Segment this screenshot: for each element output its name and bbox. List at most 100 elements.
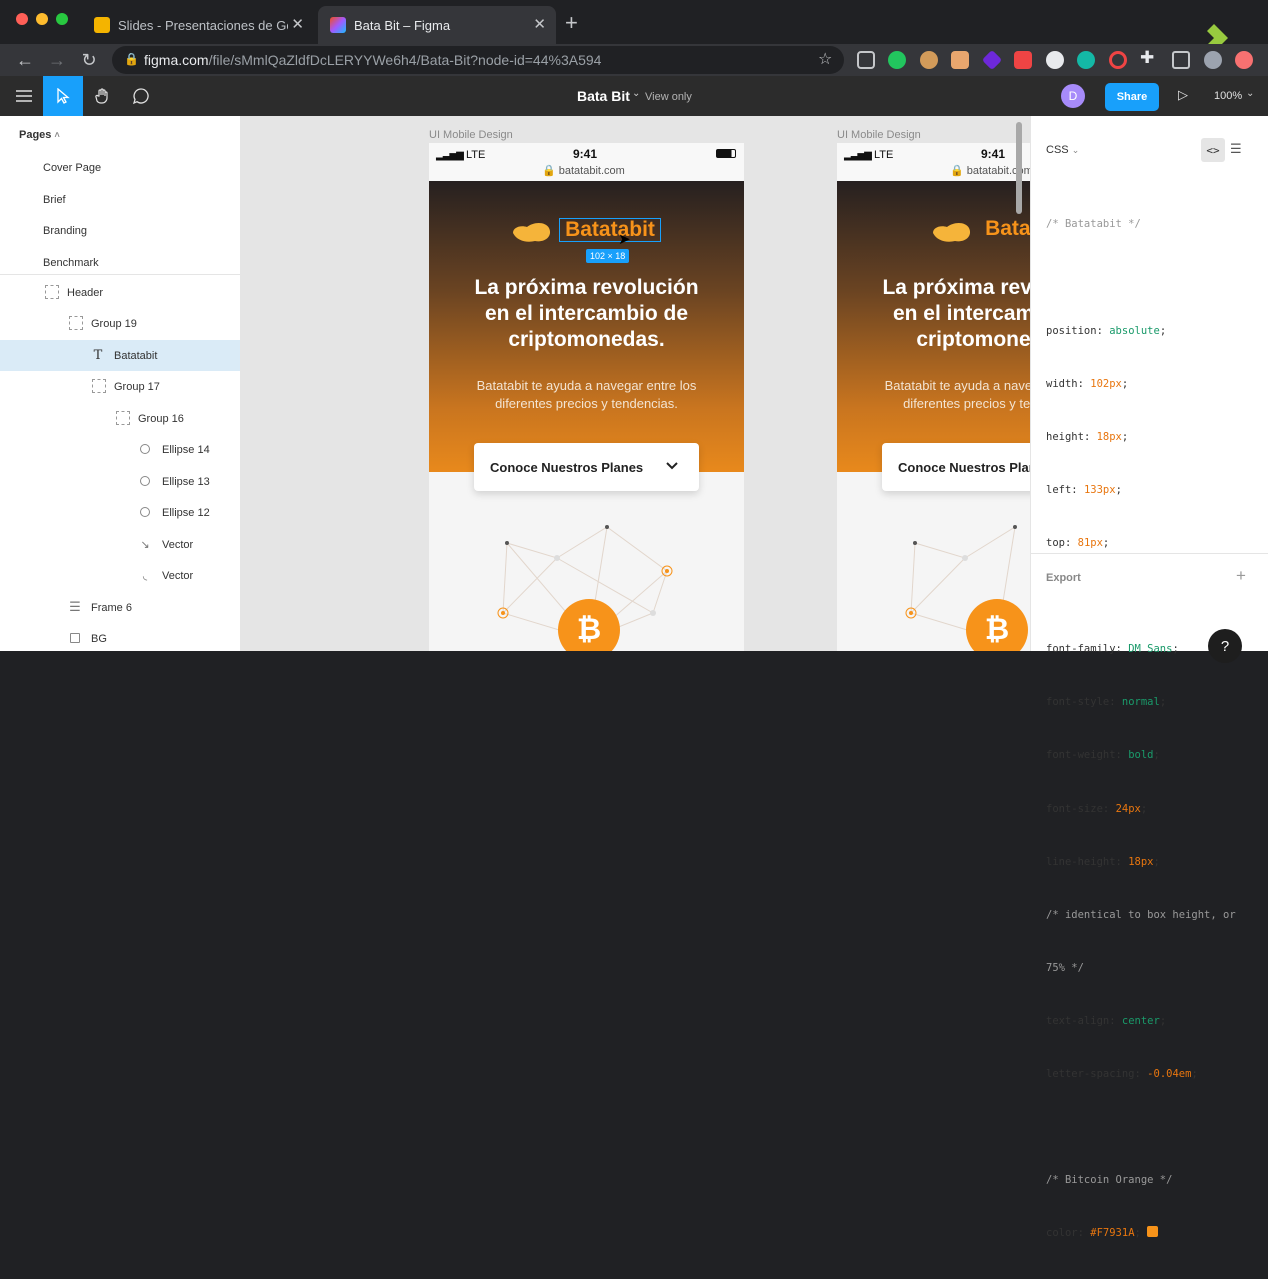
reload-icon[interactable]: ↻ — [77, 48, 101, 72]
code-language-select[interactable]: CSS ⌄ — [1046, 144, 1079, 156]
code-line: left: 133px; — [1046, 483, 1122, 496]
tab-slides[interactable]: Slides - Presentaciones de Go ✕ — [82, 6, 314, 44]
page-item[interactable]: Brief — [0, 184, 240, 215]
extensions-puzzle-icon[interactable]: ✚ — [1140, 48, 1154, 68]
main-menu-icon[interactable] — [4, 76, 44, 116]
headline-line: criptomonedas. — [916, 328, 1030, 351]
layer-row[interactable]: ☰ Frame 6 — [0, 592, 240, 623]
hero-subtext: Batatabit te ayuda a navegar entre los d… — [837, 377, 1030, 413]
layer-row[interactable]: BG — [0, 623, 240, 651]
new-tab-icon[interactable]: + — [565, 10, 578, 36]
extension-face-icon[interactable] — [951, 51, 969, 69]
logo-text[interactable]: Batatabit — [979, 218, 1030, 242]
extension-purple-icon[interactable] — [981, 49, 1003, 71]
canvas-scrollbar[interactable] — [1016, 122, 1022, 214]
extension-globe-icon[interactable] — [1046, 51, 1064, 69]
layer-label: Vector — [162, 569, 194, 582]
bookmark-star-icon[interactable]: ☆ — [818, 49, 832, 69]
logo-text-selected[interactable]: Batatabit — [559, 218, 661, 242]
code-comment: /* identical to box height, or — [1046, 908, 1236, 921]
page-label: Benchmark — [43, 256, 99, 269]
lock-icon: 🔒 — [542, 165, 556, 177]
mobile-frame[interactable]: ▂▃▅▆ LTE 9:41 🔒 batatabit.com Batatabit … — [837, 143, 1030, 651]
tab-figma[interactable]: Bata Bit – Figma ✕ — [318, 6, 556, 44]
profile-avatar-icon[interactable] — [1204, 51, 1222, 69]
layer-row[interactable]: Group 16 — [0, 403, 240, 434]
comment-tool-icon[interactable] — [121, 76, 161, 116]
extension-circle-icon[interactable] — [1109, 51, 1127, 69]
mobile-frame[interactable]: ▂▃▅▆ LTE 9:41 🔒 batatabit.com Batatabit … — [429, 143, 744, 651]
view-mode-label: View only — [645, 91, 692, 103]
layer-row-selected[interactable]: T Batatabit — [0, 340, 240, 371]
layer-row[interactable]: Header — [0, 277, 240, 308]
frame-icon: ☰ — [69, 599, 81, 614]
hero-headline: La próxima revolución en el intercambio … — [429, 275, 744, 353]
file-menu-chevron-icon[interactable]: ⌄ — [632, 88, 640, 99]
subtext-line: Batatabit te ayuda a navegar entre los — [884, 378, 1030, 393]
page-item[interactable]: Branding — [0, 215, 240, 246]
color-swatch[interactable] — [1147, 1226, 1159, 1238]
page-label: Cover Page — [43, 161, 102, 174]
maximize-window-button[interactable] — [56, 13, 68, 25]
file-name[interactable]: Bata Bit — [577, 88, 630, 104]
batatabit-logo-icon — [933, 223, 971, 242]
present-play-icon[interactable]: ▷ — [1178, 87, 1188, 103]
move-tool-icon[interactable] — [43, 76, 83, 116]
extension-red-icon[interactable] — [1014, 51, 1032, 69]
group-icon — [69, 316, 83, 330]
layer-row[interactable]: ↘ Vector — [0, 529, 240, 560]
extension-plus-icon[interactable] — [1235, 51, 1253, 69]
list-view-icon[interactable]: ☰ — [1230, 141, 1242, 157]
hand-tool-icon[interactable] — [83, 76, 123, 116]
cast-icon[interactable] — [1172, 51, 1190, 69]
code-line: top: 81px; — [1046, 537, 1110, 550]
extension-green-icon[interactable] — [888, 51, 906, 69]
code-comment: /* Batatabit */ — [1046, 218, 1141, 231]
code-view-icon[interactable]: <> — [1201, 138, 1225, 162]
forward-arrow-icon[interactable]: → — [45, 48, 69, 72]
pages-chevron-icon: ˄ — [54, 130, 60, 140]
plans-button[interactable]: Conoce Nuestros Planes — [882, 443, 1030, 491]
carrier-label: LTE — [466, 149, 486, 161]
cookie-extension-icon[interactable] — [920, 51, 938, 69]
layer-row[interactable]: Ellipse 14 — [0, 434, 240, 465]
share-button[interactable]: Share — [1105, 83, 1159, 111]
minimize-window-button[interactable] — [36, 13, 48, 25]
layer-row[interactable]: Ellipse 13 — [0, 466, 240, 497]
layer-row[interactable]: Ellipse 12 — [0, 497, 240, 528]
layer-row[interactable]: ◟ Vector — [0, 560, 240, 591]
pocket-icon[interactable] — [857, 51, 875, 69]
close-window-button[interactable] — [16, 13, 28, 25]
extension-m-icon[interactable] — [1077, 51, 1095, 69]
pages-header[interactable]: Pages ˄ — [19, 129, 60, 141]
design-canvas[interactable]: UI Mobile Design ▂▃▅▆ LTE 9:41 🔒 batatab… — [241, 116, 1030, 651]
export-label: Export — [1046, 572, 1081, 584]
vector-icon: ◟ — [142, 569, 148, 582]
browser-address-bar: ← → ↻ 🔒 figma.com/file/sMmlQaZldfDcLERYY… — [0, 44, 1268, 76]
page-item[interactable]: Cover Page — [0, 152, 240, 183]
user-avatar[interactable]: D — [1061, 84, 1085, 108]
page-label: Branding — [43, 224, 88, 237]
zoom-chevron-icon[interactable]: ⌄ — [1246, 88, 1254, 99]
frame-label[interactable]: UI Mobile Design — [429, 129, 513, 141]
signal-icon: ▂▃▅▆ — [436, 150, 464, 161]
pages-label: Pages — [19, 129, 52, 141]
plans-button[interactable]: Conoce Nuestros Planes — [474, 443, 699, 491]
url-input[interactable]: 🔒 figma.com/file/sMmlQaZldfDcLERYYWe6h4/… — [112, 46, 844, 74]
layer-row[interactable]: Group 19 — [0, 308, 240, 339]
close-tab-icon[interactable]: ✕ — [533, 15, 546, 33]
back-arrow-icon[interactable]: ← — [13, 48, 37, 72]
rectangle-icon — [70, 633, 80, 643]
status-bar: ▂▃▅▆ LTE 9:41 🔒 batatabit.com — [429, 143, 744, 181]
group-icon — [116, 411, 130, 425]
hero-subtext: Batatabit te ayuda a navegar entre los d… — [429, 377, 744, 413]
add-export-icon[interactable]: + — [1236, 566, 1246, 586]
headline-line: en el intercambio de — [892, 302, 1030, 325]
ellipse-icon — [140, 476, 150, 486]
zoom-level[interactable]: 100% — [1214, 90, 1242, 102]
close-tab-icon[interactable]: ✕ — [291, 15, 304, 33]
frame-label[interactable]: UI Mobile Design — [837, 129, 921, 141]
layer-row[interactable]: Group 17 — [0, 371, 240, 402]
code-comment: /* Bitcoin Orange */ — [1046, 1174, 1173, 1187]
help-button[interactable]: ? — [1208, 629, 1242, 663]
